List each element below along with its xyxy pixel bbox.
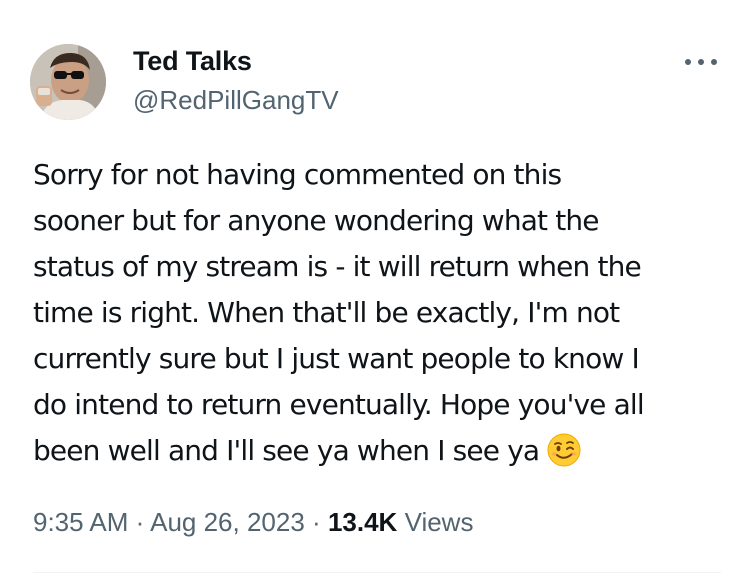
winking-face-emoji-icon [547, 433, 581, 467]
separator-dot: · [312, 507, 321, 537]
profile-photo-icon [30, 44, 106, 120]
more-horizontal-icon [685, 59, 717, 65]
tweet-text: Sorry for not having commented on this s… [33, 152, 723, 474]
tweet-time[interactable]: 9:35 AM [33, 507, 128, 537]
tweet-body: Sorry for not having commented on this s… [33, 158, 645, 467]
divider [33, 572, 721, 573]
avatar[interactable] [30, 44, 106, 120]
more-options-button[interactable] [681, 50, 721, 74]
tweet-card: Ted Talks @RedPillGangTV Sorry for not h… [0, 0, 750, 574]
user-handle[interactable]: @RedPillGangTV [133, 84, 339, 116]
tweet-date[interactable]: Aug 26, 2023 [150, 507, 305, 537]
views-label[interactable]: Views [405, 507, 474, 537]
tweet-metadata: 9:35 AM · Aug 26, 2023 · 13.4K Views [33, 506, 473, 538]
separator-dot: · [135, 507, 145, 537]
display-name[interactable]: Ted Talks [133, 45, 252, 77]
views-count[interactable]: 13.4K [328, 507, 397, 537]
